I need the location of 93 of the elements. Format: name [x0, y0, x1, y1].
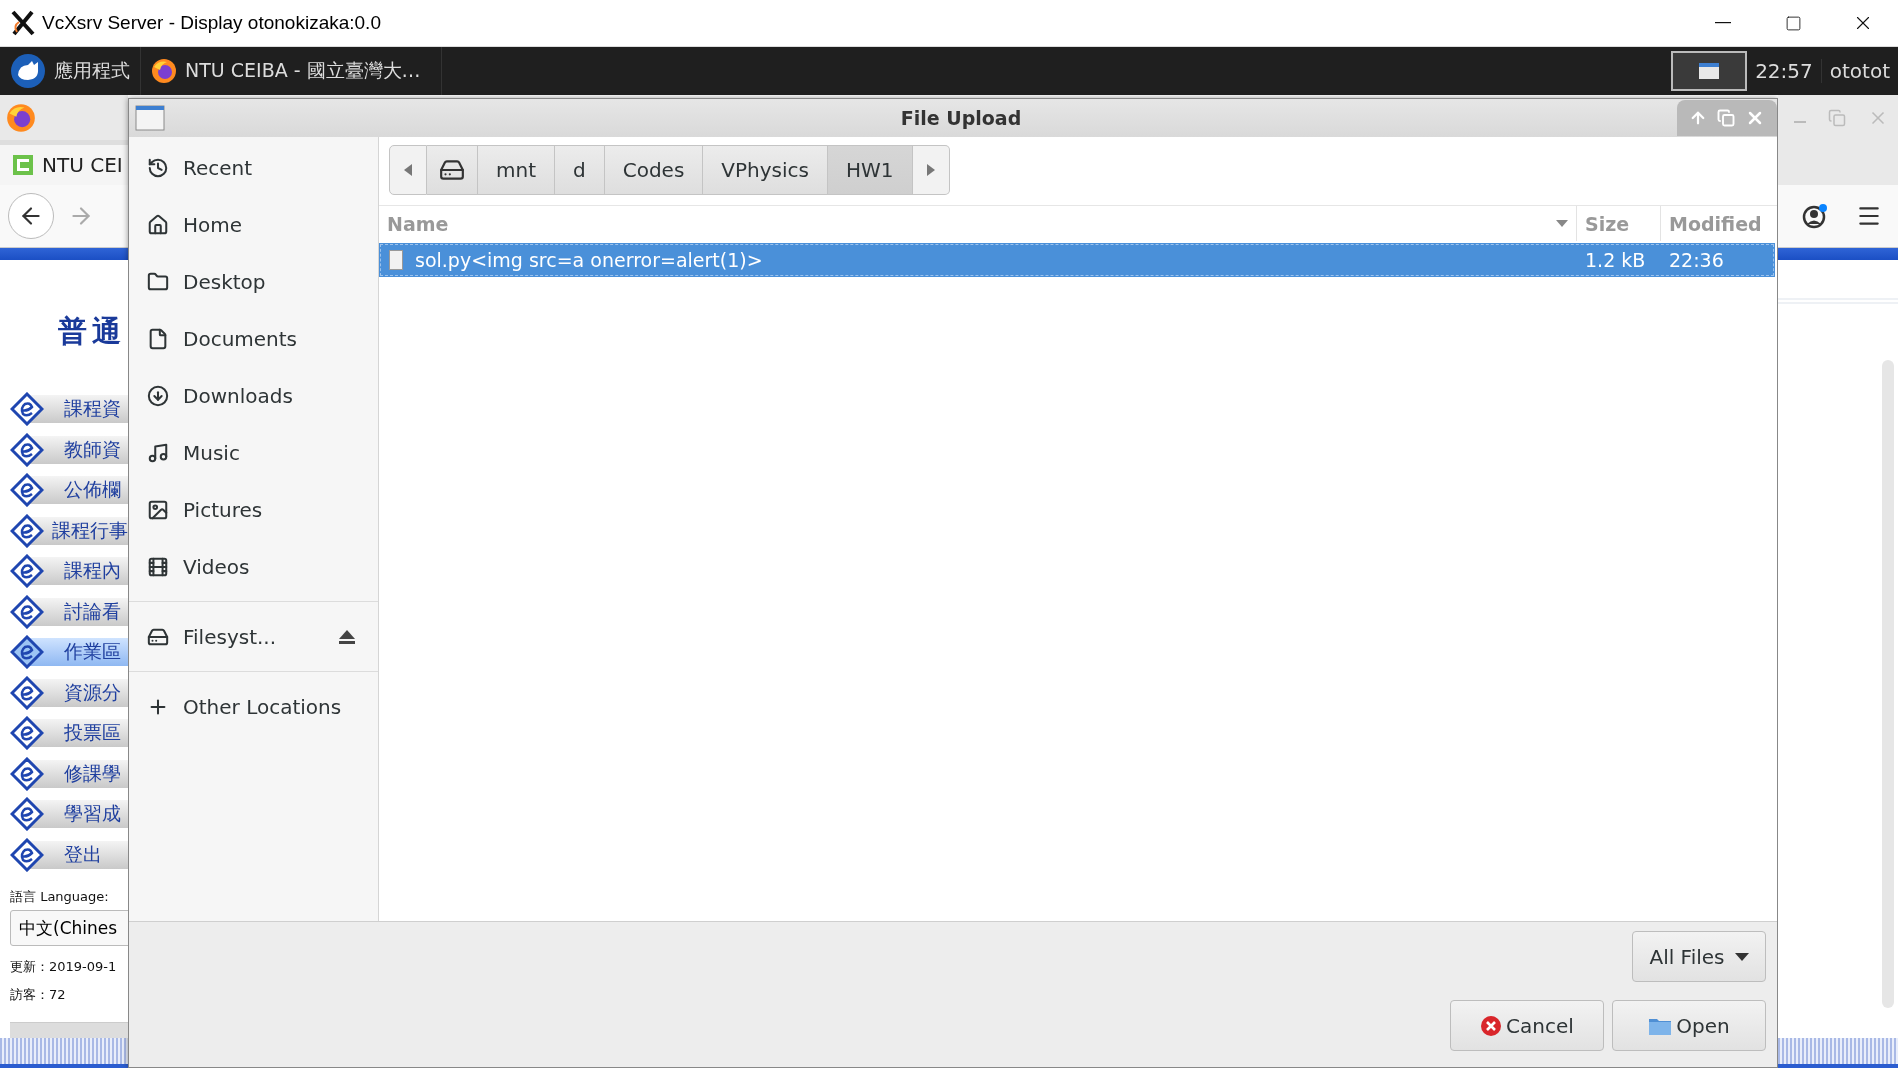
path-button[interactable]: d [555, 145, 605, 195]
menu-logo-icon [10, 392, 44, 427]
language-select[interactable]: 中文(Chines [10, 910, 128, 946]
root-folder-button[interactable] [427, 145, 478, 195]
menu-link[interactable]: 投票區 [28, 719, 128, 748]
workspace-switcher[interactable] [1671, 51, 1748, 91]
sidebar-item[interactable]: Music [183, 440, 240, 465]
browser-logo-icon [6, 102, 36, 133]
menu-logo-icon [10, 716, 44, 751]
restore-icon [1717, 109, 1735, 127]
image-icon [147, 498, 169, 521]
clock-icon [147, 156, 169, 179]
user-name: ototot [1820, 59, 1898, 83]
back-button[interactable] [8, 193, 54, 239]
cancel-icon [1480, 1014, 1503, 1037]
browser-logo-icon [151, 58, 177, 84]
clock: 22:57 [1754, 59, 1814, 83]
sidebar-item[interactable]: Recent [183, 155, 253, 180]
sidebar-item[interactable]: Filesyst... [183, 624, 277, 649]
window-icon [1698, 62, 1721, 80]
menu-link[interactable]: 討論看 [28, 597, 128, 626]
menu-logo-icon [10, 797, 44, 832]
eject-button[interactable] [338, 628, 356, 645]
menu-logo-icon [10, 675, 44, 710]
scroll-left-button[interactable] [389, 145, 427, 195]
x-logo-icon [10, 10, 36, 36]
menu-link[interactable]: 課程資 [28, 395, 128, 424]
house-icon [147, 213, 169, 236]
mouse-logo-icon [10, 53, 46, 89]
file-size: 1.2 kB [1584, 249, 1647, 271]
file-type-dropdown[interactable]: All Files [1632, 931, 1766, 982]
minimize-icon [1715, 22, 1731, 24]
menu-logo-icon [10, 473, 44, 508]
dialog-title: File Upload [899, 107, 1023, 129]
menu-link[interactable]: 作業區 [28, 638, 128, 667]
scroll-right-button[interactable] [912, 145, 950, 195]
up-arrow-button[interactable] [1689, 109, 1707, 127]
download-icon [147, 384, 169, 407]
sort-arrow-icon [1556, 220, 1568, 227]
sidebar-item[interactable]: Pictures [183, 497, 263, 522]
cancel-button[interactable]: Cancel [1450, 1000, 1604, 1051]
file-icon [389, 250, 403, 270]
film-icon [147, 555, 169, 578]
restore-button[interactable] [1717, 109, 1735, 127]
open-button[interactable]: Open [1612, 1000, 1766, 1051]
maximize-icon [1784, 14, 1802, 32]
menu-logo-icon [10, 756, 44, 791]
menu-link[interactable]: 學習成 [28, 800, 128, 829]
right-arrow-icon [926, 164, 935, 176]
eject-icon [338, 628, 356, 645]
drive-icon [439, 157, 465, 183]
path-button[interactable]: mnt [478, 145, 555, 195]
restore-icon [1828, 108, 1846, 127]
dropdown-arrow-icon [1734, 952, 1749, 961]
browser-tab[interactable]: NTU CEI [0, 145, 128, 185]
page-heading: 普通 [58, 313, 126, 350]
sidebar-item[interactable]: Documents [183, 326, 298, 351]
visitor-count: 訪客：72 [10, 986, 67, 1004]
menu-link[interactable]: 修課學 [28, 759, 128, 788]
account-icon [1802, 203, 1828, 229]
menu-link[interactable]: 登出 [28, 840, 128, 869]
menu-link[interactable]: 資源分 [28, 678, 128, 707]
menu-logo-icon [10, 635, 44, 670]
menu-link[interactable]: 課程行事 [28, 516, 128, 545]
path-button[interactable]: VPhysics [703, 145, 828, 195]
language-label: 語言 Language: [10, 888, 110, 906]
site-icon [12, 154, 34, 176]
taskbar-window-button[interactable]: NTU CEIBA - 國立臺灣大… [141, 47, 442, 95]
menu-logo-icon [10, 513, 44, 548]
sidebar-item[interactable]: Videos [183, 554, 250, 579]
path-button[interactable]: HW1 [828, 145, 913, 195]
file-name: sol.py<img src=a onerror=alert(1)> [415, 249, 763, 271]
menu-logo-icon [10, 554, 44, 589]
menu-logo-icon [10, 594, 44, 629]
music-note-icon [147, 441, 169, 464]
sidebar-item[interactable]: Home [183, 212, 243, 237]
file-modified: 22:36 [1668, 249, 1725, 271]
folder-icon [147, 270, 169, 293]
sidebar-item[interactable]: Desktop [183, 269, 266, 294]
left-arrow-icon [404, 164, 412, 176]
menu-link[interactable]: 公佈欄 [28, 476, 128, 505]
menu-logo-icon [10, 432, 44, 467]
sidebar-item[interactable]: Downloads [183, 383, 293, 408]
minimize-icon [1794, 120, 1806, 123]
updated-date: 更新：2019-09-1 [10, 958, 118, 976]
menu-logo-icon [10, 837, 44, 872]
menu-link[interactable]: 課程內 [28, 557, 128, 586]
window-icon [135, 105, 165, 131]
file-icon [147, 327, 169, 350]
path-button[interactable]: Codes [604, 145, 704, 195]
window-title: VcXsrv Server - Display otonokizaka:0.0 [42, 12, 382, 34]
menu-link[interactable]: 教師資 [28, 435, 128, 464]
sidebar-item[interactable]: Other Locations [183, 694, 342, 719]
